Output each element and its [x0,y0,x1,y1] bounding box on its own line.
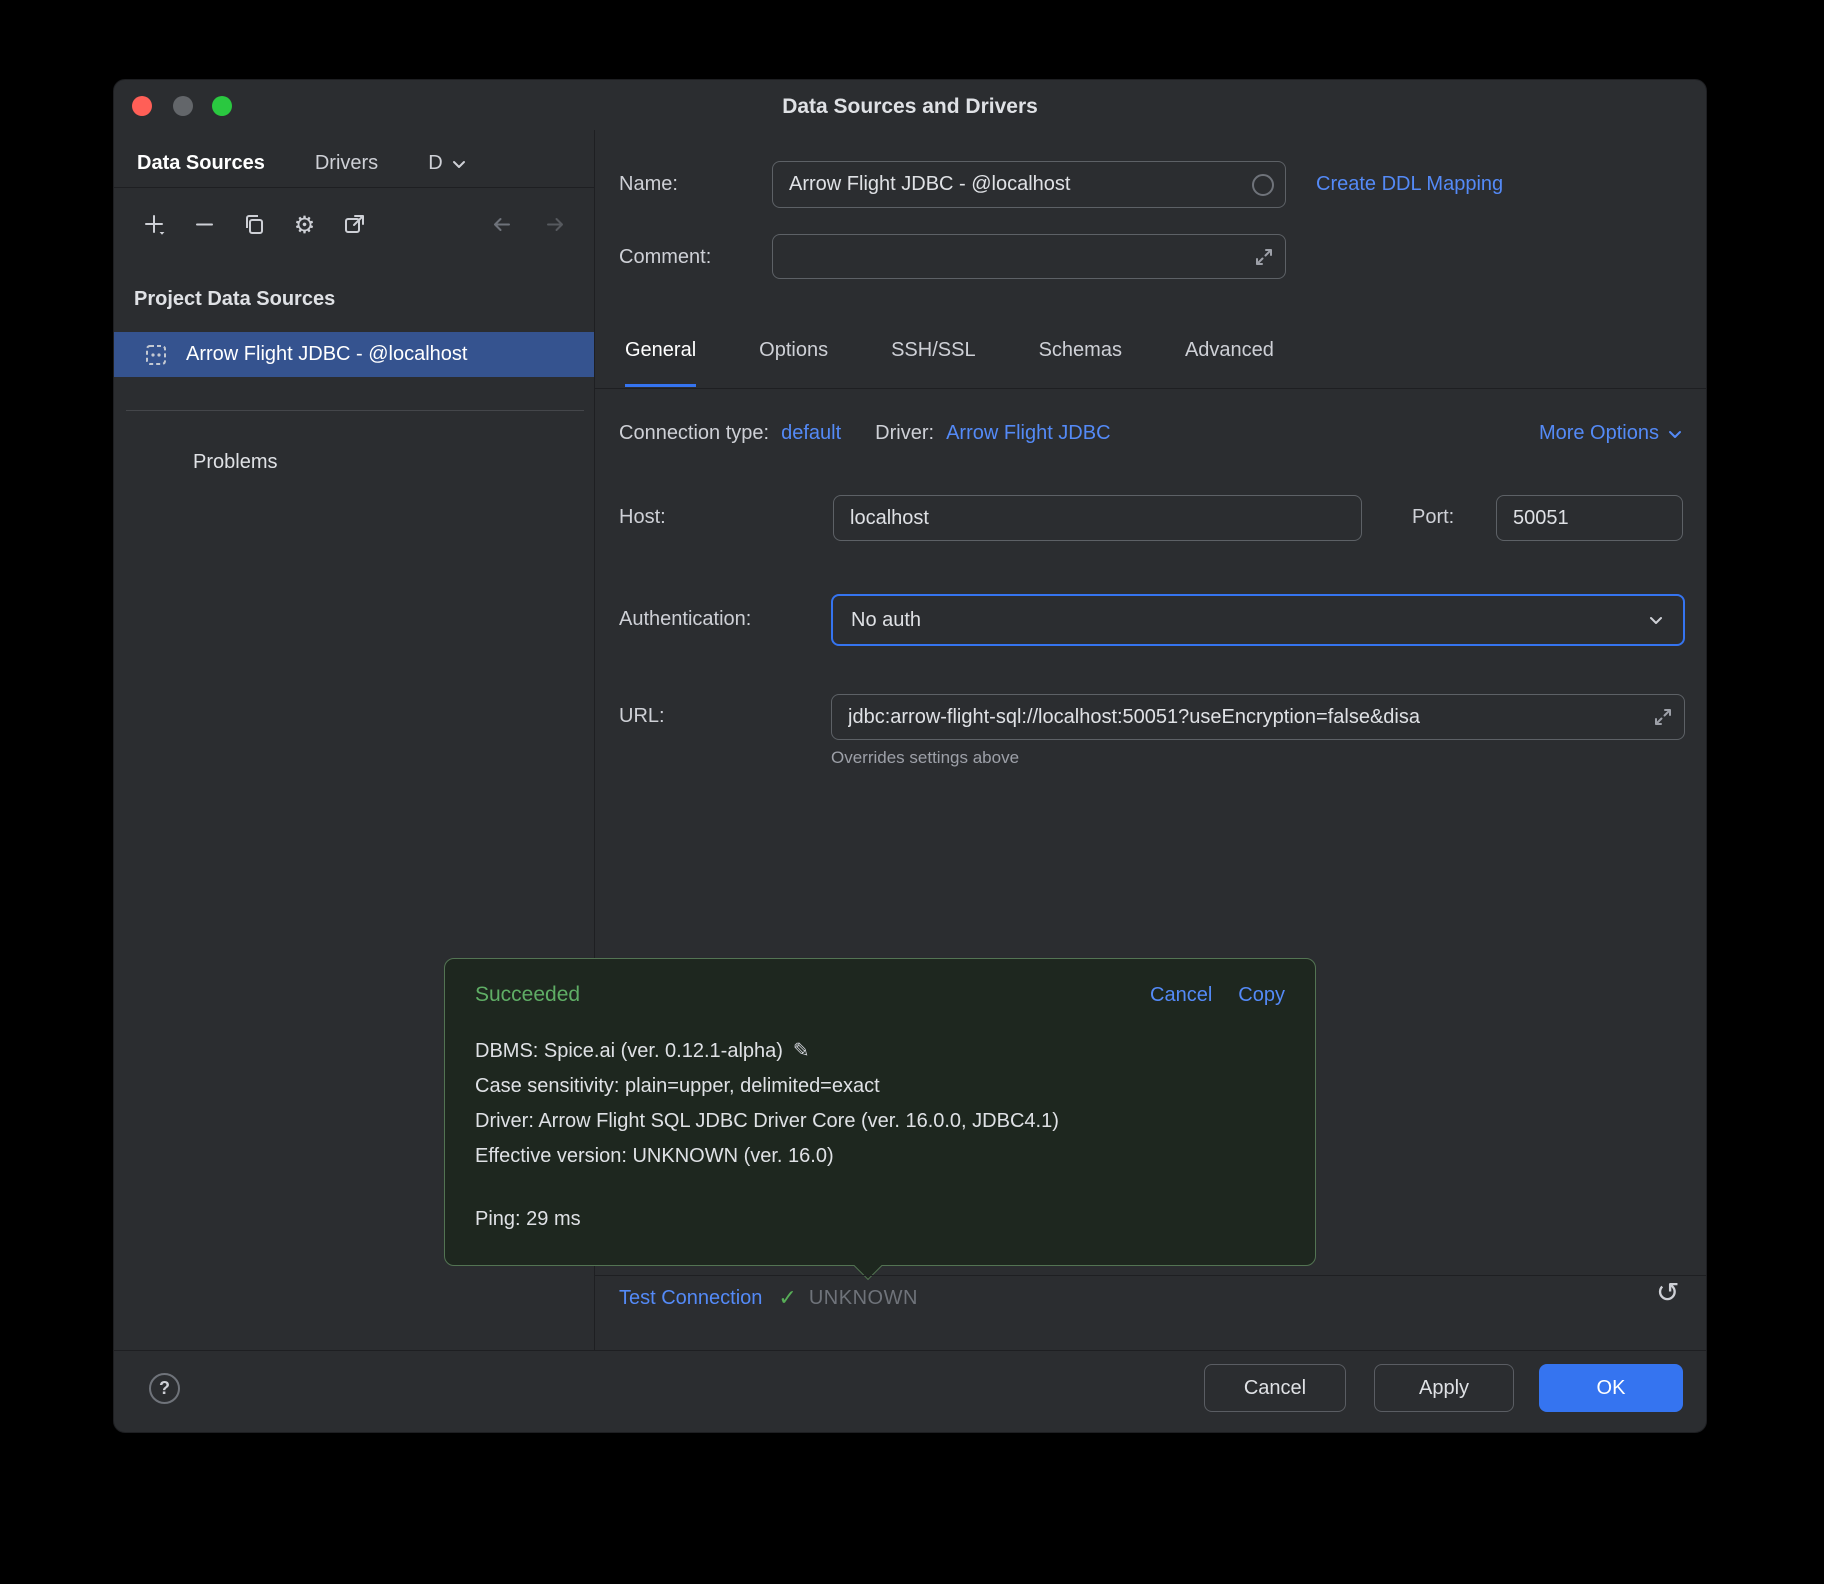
connection-type-value-link[interactable]: default [781,422,841,445]
tab-advanced[interactable]: Advanced [1185,339,1274,387]
problems-section-label[interactable]: Problems [193,451,277,474]
tab-drivers[interactable]: Drivers [315,152,378,175]
port-field-wrap [1496,495,1683,541]
open-ddl-in-editor-icon[interactable] [342,212,367,237]
tab-ssh-ssl[interactable]: SSH/SSL [891,339,975,387]
sidebar-list-divider [126,410,584,411]
duplicate-icon[interactable] [242,212,267,237]
chevron-down-icon [1667,426,1683,442]
connection-type-row: Connection type: default Driver: Arrow F… [619,422,1683,445]
name-field-wrap [772,161,1286,208]
test-connection-result-popup: Succeeded Cancel Copy DBMS: Spice.ai (ve… [444,958,1316,1266]
more-options-link[interactable]: More Options [1539,422,1683,445]
tab-options[interactable]: Options [759,339,828,387]
comment-field-wrap [772,234,1286,279]
tab-bar-divider [595,388,1707,389]
success-check-icon: ✓ [778,1286,796,1311]
host-label: Host: [619,506,666,529]
test-connection-row: Test Connection ✓ UNKNOWN [619,1286,918,1311]
back-arrow-icon[interactable] [489,212,514,237]
dbms-info-line: DBMS: Spice.ai (ver. 0.12.1-alpha)✎ [475,1033,1285,1069]
sidebar-tab-bar: Data Sources Drivers D [137,152,467,175]
ok-button[interactable]: OK [1539,1364,1683,1412]
effective-version-line: Effective version: UNKNOWN (ver. 16.0) [475,1139,1285,1174]
apply-button[interactable]: Apply [1374,1364,1514,1412]
authentication-value: No auth [851,609,921,632]
popup-copy-link[interactable]: Copy [1238,984,1285,1007]
add-data-source-icon[interactable] [142,212,167,237]
tab-general[interactable]: General [625,339,696,387]
revert-icon[interactable]: ↺ [1656,1276,1679,1309]
driver-info-line: Driver: Arrow Flight SQL JDBC Driver Cor… [475,1104,1285,1139]
test-connection-link[interactable]: Test Connection [619,1287,762,1310]
url-input[interactable] [831,694,1685,740]
more-options-label: More Options [1539,422,1659,445]
driver-value-link[interactable]: Arrow Flight JDBC [946,422,1110,445]
tab-ddl-mappings-truncated[interactable]: D [428,152,466,175]
sidebar-toolbar: ⚙ [142,212,367,237]
data-source-item-selected[interactable]: Arrow Flight JDBC - @localhost [114,332,594,377]
comment-input[interactable] [772,234,1286,279]
url-field-wrap [831,694,1685,740]
name-progress-ring-icon [1252,174,1274,196]
expand-url-icon[interactable] [1653,707,1673,727]
name-label: Name: [619,173,678,196]
driver-label: Driver: [875,422,934,445]
test-connection-divider [595,1275,1707,1276]
data-sources-dialog: Data Sources and Drivers Data Sources Dr… [113,79,1707,1433]
tab-schemas[interactable]: Schemas [1039,339,1122,387]
window-title: Data Sources and Drivers [114,95,1706,119]
remove-data-source-icon[interactable] [192,212,217,237]
expand-comment-icon[interactable] [1254,247,1274,267]
data-source-item-label: Arrow Flight JDBC - @localhost [186,343,467,366]
ping-line: Ping: 29 ms [475,1208,1285,1231]
tab-data-sources[interactable]: Data Sources [137,152,265,175]
connection-version-status: UNKNOWN [809,1287,918,1310]
settings-tab-bar: General Options SSH/SSL Schemas Advanced [625,339,1274,387]
footer-divider [114,1350,1706,1351]
edit-pencil-icon[interactable]: ✎ [793,1033,810,1068]
authentication-select[interactable]: No auth [831,594,1685,646]
port-input[interactable] [1496,495,1683,541]
project-data-sources-header: Project Data Sources [134,288,335,311]
chevron-down-icon [1647,611,1665,629]
data-source-icon [144,343,168,367]
sidebar-tab-divider [114,187,594,188]
tab-ddl-label: D [428,152,442,175]
sidebar-nav-arrows [489,212,568,237]
connection-type-label: Connection type: [619,422,769,445]
url-overrides-note: Overrides settings above [831,748,1019,768]
url-label: URL: [619,705,665,728]
comment-label: Comment: [619,246,711,269]
authentication-label: Authentication: [619,608,751,631]
case-sensitivity-line: Case sensitivity: plain=upper, delimited… [475,1069,1285,1104]
host-input[interactable] [833,495,1362,541]
settings-gear-icon[interactable]: ⚙ [292,212,317,237]
connection-status-text: Succeeded [475,983,580,1007]
port-label: Port: [1412,506,1454,529]
forward-arrow-icon[interactable] [543,212,568,237]
help-button[interactable]: ? [149,1373,180,1404]
name-input[interactable] [772,161,1286,208]
host-field-wrap [833,495,1362,541]
create-ddl-mapping-link[interactable]: Create DDL Mapping [1316,173,1503,196]
cancel-button[interactable]: Cancel [1204,1364,1346,1412]
chevron-down-icon [451,156,467,172]
popup-cancel-link[interactable]: Cancel [1150,984,1212,1007]
